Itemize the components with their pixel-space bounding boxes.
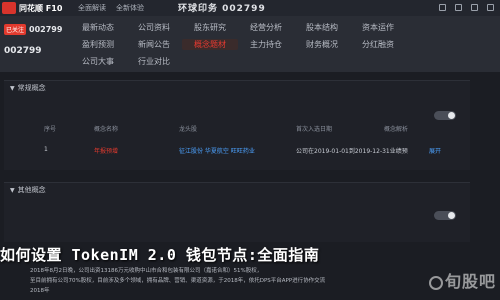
top-nav-item[interactable]: 全面解读 — [78, 3, 106, 13]
window-controls — [439, 4, 494, 11]
watermark: 旬股吧 — [428, 268, 496, 292]
header-concept: 概念名称 — [94, 126, 119, 133]
cell-seq: 1 — [44, 146, 48, 153]
watermark-logo-icon — [428, 275, 443, 290]
cell-concept[interactable]: 年报预增 — [94, 146, 118, 155]
nav-row-2: 盈利预测 新闻公告 概念题材 主力持仓 财务概况 分红融资 — [70, 39, 406, 50]
brand-logo-icon — [2, 2, 16, 14]
minimize-icon[interactable] — [471, 4, 478, 11]
navigation-area: 已关注 002799 002799 最新动态 公司资料 股东研究 经营分析 股本… — [0, 16, 500, 72]
nav-item[interactable]: 盈利预测 — [70, 39, 126, 50]
settings-icon[interactable] — [455, 4, 462, 11]
table-header: 序号 概念名称 龙头股 首次入选日期 概念解析 — [4, 121, 470, 135]
follow-badge[interactable]: 已关注 — [4, 24, 27, 35]
panel-header[interactable]: ▼ 常规概念 — [4, 81, 470, 95]
brand[interactable]: 同花顺 F10 — [0, 0, 70, 16]
nav-item-active[interactable]: 概念题材 — [182, 39, 238, 50]
collapse-caret-icon[interactable]: ▼ — [10, 85, 15, 92]
overlay-title: 如何设置 TokenIM 2.0 钱包节点:全面指南 — [0, 246, 320, 264]
expand-link[interactable]: 展开 — [429, 146, 441, 155]
stock-code: 002799 — [29, 25, 63, 34]
brand-name: 同花顺 F10 — [19, 3, 63, 13]
nav-item[interactable]: 股东研究 — [182, 22, 238, 33]
cell-description: 公司在2019-01-01到2019-12-31业绩预 — [296, 148, 408, 155]
nav-row-1: 最新动态 公司资料 股东研究 经营分析 股本结构 资本运作 — [70, 22, 406, 33]
nav-item[interactable]: 资本运作 — [350, 22, 406, 33]
header-analysis: 概念解析 — [384, 126, 409, 133]
toggle-switch[interactable] — [434, 211, 456, 220]
footnote-line: 2018年8月2日晚，公司出资13186万元收购中山市合和包装有限公司（嘉诺合和… — [30, 268, 263, 274]
top-nav: 全面解读 全新体验 — [78, 3, 144, 13]
top-nav-item[interactable]: 全新体验 — [116, 3, 144, 13]
other-concepts-panel: ▼ 其他概念 — [4, 182, 470, 242]
nav-item[interactable]: 分红融资 — [350, 39, 406, 50]
collapse-caret-icon[interactable]: ▼ — [10, 187, 15, 194]
top-bar: 同花顺 F10 全面解读 全新体验 环球印务 002799 — [0, 0, 500, 16]
footnote-line: 至目前拥有公司70%股权，目前涉及多个领域，拥有品牌、营销、渠道资源，于2018… — [30, 278, 326, 284]
stock-info: 已关注 002799 — [4, 24, 62, 35]
page: 同花顺 F10 全面解读 全新体验 环球印务 002799 已关注 002799… — [0, 0, 500, 300]
stock-banner-title: 环球印务 002799 — [178, 4, 266, 14]
header-date: 首次入选日期 — [296, 126, 333, 133]
panel-header[interactable]: ▼ 其他概念 — [4, 183, 470, 197]
header-leaders: 龙头股 — [179, 126, 198, 133]
footnote: 2018年8月2日晚，公司出资13186万元收购中山市合和包装有限公司（嘉诺合和… — [30, 266, 430, 296]
nav-item[interactable]: 新闻公告 — [126, 39, 182, 50]
nav-item[interactable]: 股本结构 — [294, 22, 350, 33]
search-icon[interactable] — [439, 4, 446, 11]
panel-title: 其他概念 — [17, 186, 46, 194]
toggle-switch[interactable] — [434, 111, 456, 120]
nav-item[interactable]: 财务概况 — [294, 39, 350, 50]
panel-title: 常规概念 — [17, 84, 46, 92]
regular-concepts-panel: ▼ 常规概念 序号 概念名称 龙头股 首次入选日期 概念解析 1 年报预增 征江… — [4, 80, 470, 170]
nav-item[interactable]: 公司大事 — [70, 56, 126, 67]
close-icon[interactable] — [487, 4, 494, 11]
nav-item[interactable]: 经营分析 — [238, 22, 294, 33]
stock-code-large: 002799 — [4, 46, 42, 56]
footnote-line: 2018年 — [30, 288, 50, 294]
nav-item[interactable]: 行业对比 — [126, 56, 182, 67]
header-seq: 序号 — [44, 126, 57, 133]
cell-leaders[interactable]: 征江股份 华夏航空 旺旺药业 — [179, 146, 255, 155]
table-row: 1 年报预增 征江股份 华夏航空 旺旺药业 公司在2019-01-01到2019… — [4, 143, 470, 157]
nav-row-3: 公司大事 行业对比 — [70, 56, 182, 67]
nav-item[interactable]: 公司资料 — [126, 22, 182, 33]
watermark-text: 旬股吧 — [444, 272, 496, 291]
nav-item[interactable]: 主力持仓 — [238, 39, 294, 50]
nav-item[interactable]: 最新动态 — [70, 22, 126, 33]
